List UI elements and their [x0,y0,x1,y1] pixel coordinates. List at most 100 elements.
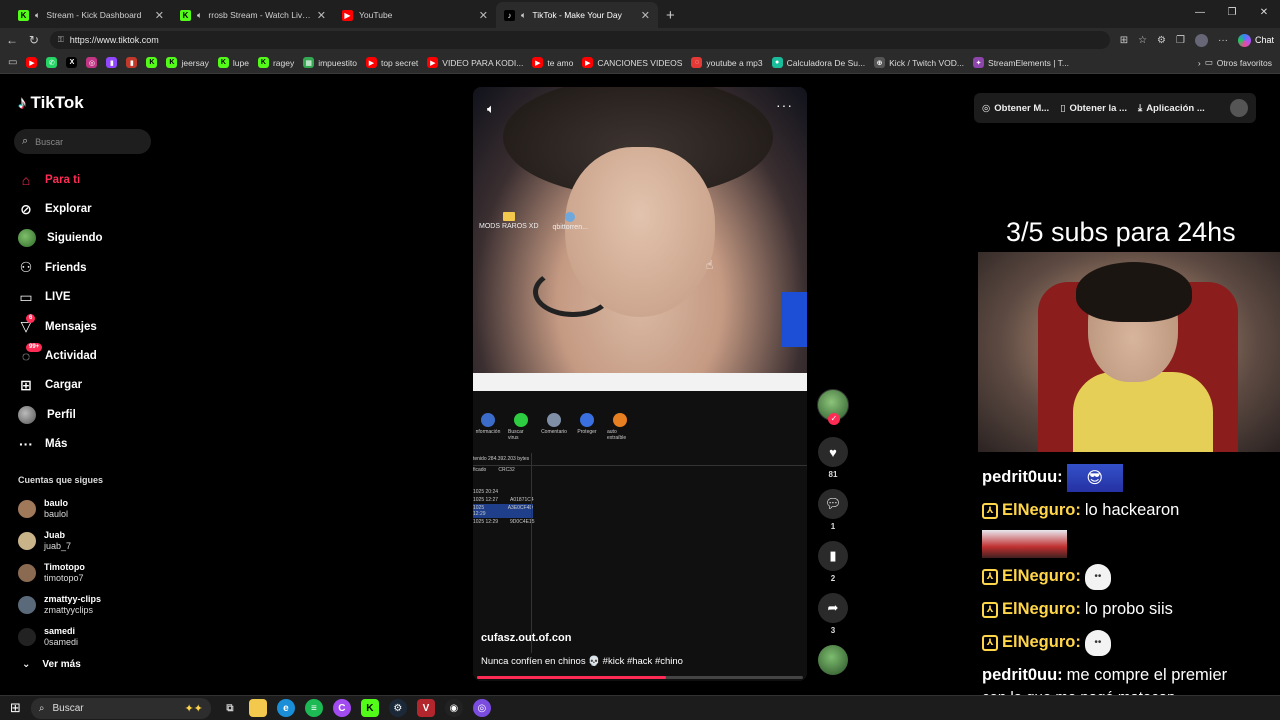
follow-plus-icon[interactable]: ✓ [828,413,840,425]
bookmark-item[interactable]: ▮ [106,57,118,68]
bookmark-item[interactable]: Klupe [217,57,249,68]
favorite-star-icon[interactable]: ☆ [1138,35,1147,46]
desktop-app-button[interactable]: ⤓ Aplicación ... [1138,103,1205,114]
bookmark-item[interactable]: ▮ [126,57,138,68]
extensions-icon[interactable]: ⚙ [1157,35,1166,46]
taskbar-search[interactable]: ⌕ Buscar ✦✦ [30,697,211,719]
sidebar-item-cargar[interactable]: ⊞ Cargar [18,371,158,400]
copilot-chat-button[interactable]: Chat [1237,33,1274,47]
tab-close-icon[interactable]: ✕ [641,9,650,22]
bookmark-item[interactable]: Kjeersay [166,57,209,68]
video-progress-bar[interactable] [477,676,803,679]
bookmark-item[interactable]: ▶ VIDEO PARA KODI... [427,57,523,68]
browser-tab[interactable]: ▶ YouTube ✕ [334,2,496,28]
edge-icon[interactable]: e [276,699,295,717]
chat-emote: 😎 [1066,463,1123,492]
tab-close-icon[interactable]: ✕ [155,9,164,22]
bookmarks-folder-icon[interactable]: ▭ [8,57,17,68]
tab-audio-icon[interactable]: 🔈︎ [35,10,40,21]
sidebar-item-para-ti[interactable]: ⌂ Para ti [18,165,158,194]
chat-message [982,527,1280,560]
user-avatar[interactable] [1230,99,1248,117]
comment-button[interactable]: 💬︎ [818,489,848,519]
bookmark-item[interactable]: ▶ top secret [365,57,418,68]
close-window-button[interactable]: ✕ [1248,0,1280,28]
bookmark-item[interactable]: ◌ youtube a mp3 [691,57,763,68]
task-view-icon[interactable]: ⧉ [221,699,239,717]
sidebar-item-explorar[interactable]: ⊘ Explorar [18,194,158,223]
bookmark-item[interactable]: K [146,57,158,68]
sidebar-item-m-s[interactable]: ··· Más [18,430,158,459]
tab-audio-icon[interactable]: 🔈︎ [521,10,526,21]
sidebar-item-mensajes[interactable]: ▽ 6 Mensajes [18,312,158,341]
sidebar-item-actividad[interactable]: ◌ 99+ Actividad [18,341,158,370]
steam-icon[interactable]: ⚙ [388,699,407,717]
bookmark-item[interactable]: X [66,57,78,68]
volume-icon[interactable]: 🔈︎ [487,101,495,117]
browser-tab[interactable]: K 🔈︎ rrosb Stream - Watch Live on ✕ [172,2,334,28]
new-tab-button[interactable]: + [666,2,675,28]
video-author[interactable]: cufasz.out.of.con [481,632,571,644]
sidebar-item-perfil[interactable]: Perfil [18,400,158,429]
followed-account[interactable]: zmattyy-clips zmattyyclips [18,589,158,621]
bookmark-item[interactable]: ● Calculadora De Su... [771,57,865,68]
obs-icon[interactable]: ◉ [444,699,463,717]
tiktok-logo[interactable]: ♪ TikTok [18,93,84,113]
like-button[interactable]: ♥ [818,437,848,467]
save-button[interactable]: ▮ [818,541,848,571]
bookmark-item[interactable]: Kragey [257,57,294,68]
followed-account[interactable]: Timotopo timotopo7 [18,557,158,589]
bookmark-label: StreamElements | T... [988,57,1069,68]
settings-more-icon[interactable]: ··· [1218,35,1228,46]
bookmark-item[interactable]: ✦ StreamElements | T... [973,57,1069,68]
back-button[interactable]: ← [6,33,18,47]
search-input[interactable]: ⌕ Buscar [14,129,151,154]
bookmark-item[interactable]: ◎ [86,57,98,68]
bookmark-item[interactable]: ⊕ Kick / Twitch VOD... [874,57,964,68]
tab-close-icon[interactable]: ✕ [479,9,488,22]
tab-favicon-icon: ▶ [342,9,353,21]
reload-button[interactable]: ↻ [28,33,40,47]
browser-tab[interactable]: ♪ 🔈︎ TikTok - Make Your Day ✕ [496,2,658,28]
url-bar[interactable]: ⚿ https://www.tiktok.com [49,31,1110,49]
other-bookmarks[interactable]: › ▭ Otros favoritos [1198,57,1272,68]
apps-icon[interactable]: ⊞ [1120,35,1128,46]
see-more-button[interactable]: ⌄ Ver más [22,659,81,670]
following-title: Cuentas que sigues [18,475,104,485]
site-info-icon[interactable]: ⚿ [58,35,64,45]
sound-disc[interactable] [818,645,848,675]
tab-close-icon[interactable]: ✕ [317,9,326,22]
bookmark-item[interactable]: ✆ [46,57,58,68]
bookmark-item[interactable]: ▶ CANCIONES VIDEOS [582,57,682,68]
streamlabs-icon[interactable]: C [332,699,351,717]
spotify-icon[interactable]: ≡ [304,699,323,717]
followed-account[interactable]: Juab juab_7 [18,525,158,557]
tab-audio-icon[interactable]: 🔈︎ [197,10,202,21]
sidebar-item-friends[interactable]: ⚇ Friends [18,253,158,282]
file-explorer-icon[interactable] [248,699,267,717]
bookmark-item[interactable]: ▶ [26,57,38,68]
creator-avatar[interactable]: ✓ [817,389,849,425]
favorites-icon[interactable]: ❐ [1176,35,1185,46]
windows-start-icon[interactable]: ⊞ [10,700,21,716]
share-button[interactable]: ➦ [818,593,848,623]
sidebar-item-live[interactable]: ▭ LIVE [18,283,158,312]
kick-icon[interactable]: K [360,699,379,717]
maximize-button[interactable]: ❐ [1216,0,1248,28]
bookmark-item[interactable]: ▦ impuestito [303,57,357,68]
profile-avatar[interactable] [1194,33,1208,47]
get-app-button[interactable]: ▯ Obtener la ... [1060,103,1127,114]
voicemod-icon[interactable]: V [416,699,435,717]
bookmark-item[interactable]: ▶ te amo [532,57,573,68]
followed-account[interactable]: baulo baulol [18,493,158,525]
browser-tab[interactable]: K 🔈︎ Stream - Kick Dashboard ✕ [10,2,172,28]
followed-account[interactable]: samedi 0samedi [18,621,158,653]
recording-app-icon[interactable]: ◎ [472,699,491,717]
chat-username: ElNeguro: [1002,600,1081,618]
video-player[interactable]: MODS RAROS XD qbittorren... ☝ nformación… [473,87,807,681]
get-coins-button[interactable]: ◎ Obtener M... [982,103,1049,114]
sidebar-item-siguiendo[interactable]: Siguiendo [18,224,158,253]
minimize-button[interactable]: — [1184,0,1216,28]
account-name: Timotopo [44,562,85,572]
more-options-icon[interactable]: ··· [776,97,793,113]
